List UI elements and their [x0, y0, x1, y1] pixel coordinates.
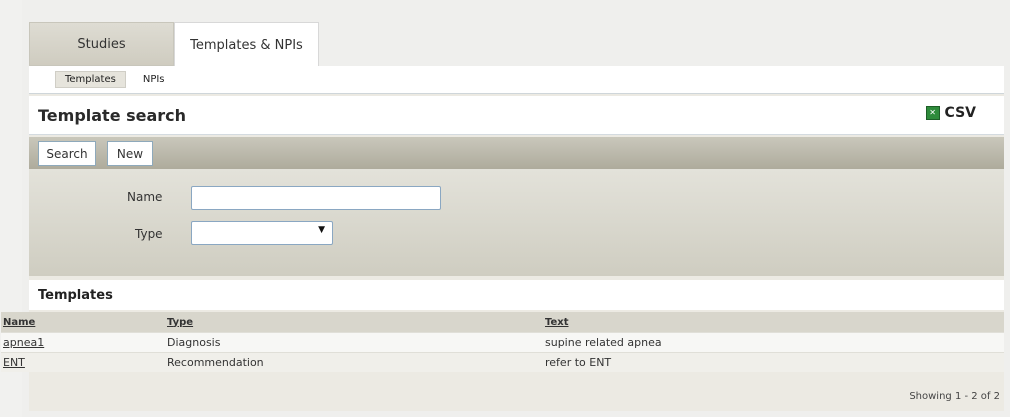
page-title: Template search: [38, 106, 187, 125]
csv-label: CSV: [944, 105, 976, 121]
main-tabs: Studies Templates & NPIs: [29, 22, 319, 68]
row-name-link[interactable]: ENT: [3, 356, 25, 369]
row-name-link[interactable]: apnea1: [3, 336, 44, 349]
tab-studies[interactable]: Studies: [29, 22, 174, 66]
csv-export-button[interactable]: ✕ CSV: [925, 105, 976, 121]
name-input[interactable]: [191, 186, 441, 210]
content-panel: Templates NPIs Template search ✕ CSV Sea…: [1, 66, 1004, 411]
results-header: Templates: [29, 280, 1004, 310]
type-select[interactable]: ▼: [191, 221, 333, 245]
subtab-templates[interactable]: Templates: [55, 71, 126, 88]
row-text-cell: refer to ENT: [543, 352, 1004, 372]
paging-status: Showing 1 - 2 of 2: [909, 391, 1000, 402]
row-type-cell: Diagnosis: [165, 332, 543, 353]
table-row: ENT Recommendation refer to ENT: [1, 352, 1004, 372]
new-button[interactable]: New: [107, 141, 153, 166]
row-text-cell: supine related apnea: [543, 332, 1004, 353]
name-label: Name: [127, 190, 163, 204]
chevron-down-icon: ▼: [318, 225, 325, 235]
excel-icon: ✕: [925, 106, 940, 120]
row-type-cell: Recommendation: [165, 352, 543, 372]
subtab-npis[interactable]: NPIs: [134, 72, 174, 87]
table-header-row: Name Type Text: [1, 312, 1004, 333]
search-button[interactable]: Search: [38, 141, 96, 166]
type-label: Type: [135, 227, 163, 241]
column-header-text[interactable]: Text: [543, 312, 1004, 333]
column-header-type[interactable]: Type: [165, 312, 543, 333]
column-header-name[interactable]: Name: [1, 312, 165, 333]
title-bar: Template search ✕ CSV: [29, 96, 1004, 135]
templates-table: Name Type Text apnea1 Diagnosis supine r…: [1, 312, 1004, 372]
tab-templates-npis[interactable]: Templates & NPIs: [174, 22, 319, 68]
table-row: apnea1 Diagnosis supine related apnea: [1, 332, 1004, 353]
results-title: Templates: [38, 288, 113, 303]
toolbar: Search New: [29, 137, 1004, 169]
sub-navigation: Templates NPIs: [29, 66, 1004, 94]
search-form: Name Type ▼: [29, 169, 1004, 276]
